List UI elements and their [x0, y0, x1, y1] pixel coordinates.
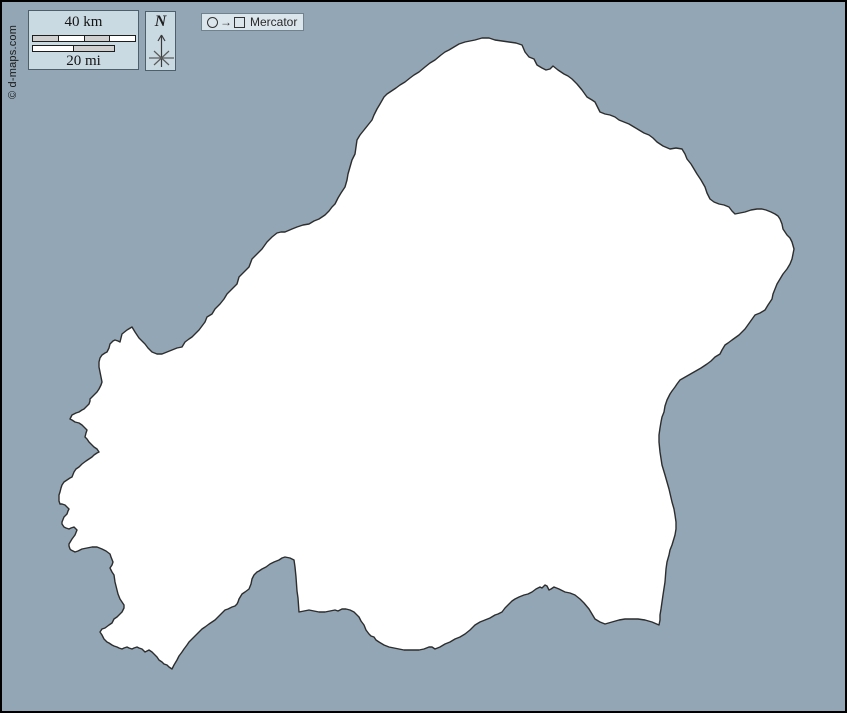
scale-segment	[109, 36, 135, 41]
map-canvas	[2, 2, 845, 711]
compass-panel: N	[145, 11, 176, 71]
scale-segment	[73, 46, 114, 51]
compass-north-label: N	[146, 13, 175, 31]
scale-segment	[33, 36, 58, 41]
projection-button[interactable]: → Mercator	[201, 13, 304, 31]
compass-arrow-icon	[146, 32, 177, 70]
square-icon	[234, 17, 245, 28]
scale-bar-panel: 40 km 20 mi	[28, 10, 139, 70]
scale-segment	[58, 36, 84, 41]
scale-segment	[33, 46, 73, 51]
scale-mi-label: 20 mi	[29, 52, 138, 70]
scale-km-bar	[32, 35, 136, 42]
scale-km-label: 40 km	[29, 13, 138, 31]
scale-segment	[84, 36, 110, 41]
scale-mi-bar	[32, 45, 115, 52]
circle-icon	[207, 17, 218, 28]
arrow-icon: →	[220, 16, 232, 28]
region-outline	[59, 38, 794, 669]
copyright-credit: © d-maps.com	[7, 25, 19, 99]
projection-label: Mercator	[250, 15, 297, 29]
